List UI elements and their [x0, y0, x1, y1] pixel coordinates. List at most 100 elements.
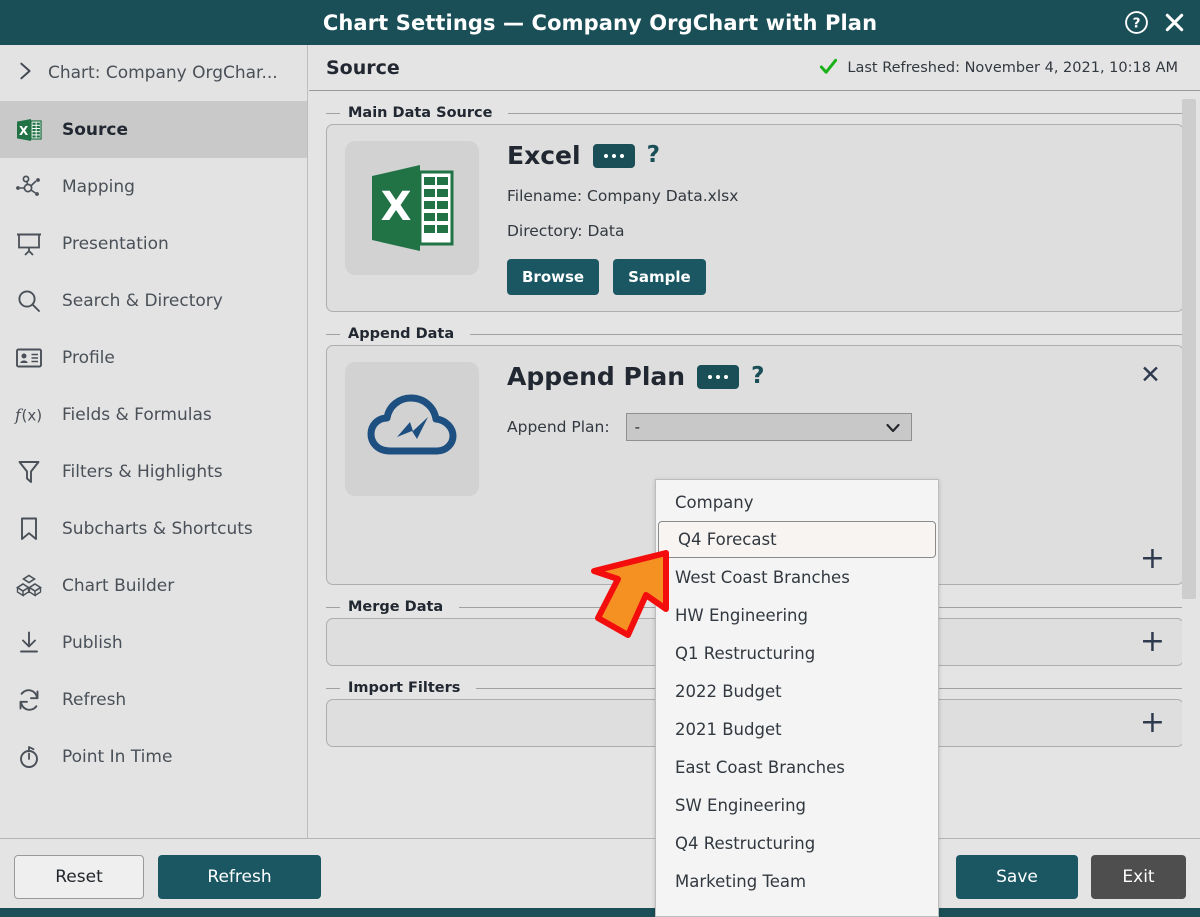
dot-glyph [603, 153, 608, 158]
function-icon: f (x) [14, 400, 44, 430]
remove-append-plan-icon[interactable]: ✕ [1140, 362, 1161, 387]
window-title-bar: Chart Settings — Company OrgChart with P… [0, 0, 1200, 45]
help-question-icon[interactable]: ? [647, 144, 660, 167]
help-question-icon[interactable]: ? [751, 365, 764, 388]
legend-dash [326, 606, 340, 608]
presentation-icon [14, 229, 44, 259]
save-button[interactable]: Save [956, 855, 1078, 899]
sidebar-item-fields-formulas[interactable]: f (x) Fields & Formulas [0, 386, 307, 443]
append-plan-select[interactable]: - [625, 413, 912, 441]
main-data-source-legend: Main Data Source [348, 105, 493, 121]
scrollbar-thumb[interactable] [1182, 99, 1196, 599]
question-circle-icon[interactable]: ? [1124, 10, 1149, 35]
main-data-source-panel: X Excel ? Filename: Company Data.xlsx Di… [326, 124, 1184, 312]
page-title: Source [326, 56, 400, 79]
browse-button[interactable]: Browse [507, 259, 600, 295]
sidebar-item-publish[interactable]: Publish [0, 614, 307, 671]
sidebar-item-chart-builder[interactable]: Chart Builder [0, 557, 307, 614]
sidebar-item-label: Refresh [62, 689, 127, 710]
excel-icon: X [14, 115, 44, 145]
sidebar-item-refresh[interactable]: Refresh [0, 671, 307, 728]
add-append-plan-button[interactable]: + [1140, 544, 1165, 574]
legend-dash [326, 112, 340, 114]
last-refreshed-status: Last Refreshed: November 4, 2021, 10:18 … [819, 45, 1178, 91]
dropdown-option[interactable]: Q4 Restructuring [656, 824, 938, 862]
source-type-title: Excel [507, 141, 581, 170]
sidebar-item-filters-highlights[interactable]: Filters & Highlights [0, 443, 307, 500]
breadcrumb-label: Chart: Company OrgChar... [48, 63, 278, 83]
sidebar-item-label: Source [62, 119, 129, 140]
bookmark-icon [14, 514, 44, 544]
dropdown-option[interactable]: East Coast Branches [656, 748, 938, 786]
dot-glyph [716, 374, 721, 379]
append-plan-dropdown-list[interactable]: Company Q4 Forecast West Coast Branches … [655, 479, 939, 917]
dropdown-option[interactable]: West Coast Branches [656, 558, 938, 596]
funnel-icon [14, 457, 44, 487]
sidebar-item-mapping[interactable]: Mapping [0, 158, 307, 215]
profile-card-icon [14, 343, 44, 373]
content-header: Source Last Refreshed: November 4, 2021,… [309, 45, 1200, 91]
sidebar-item-point-in-time[interactable]: Point In Time [0, 728, 307, 785]
svg-text:X: X [381, 184, 412, 230]
dropdown-option[interactable]: HW Engineering [656, 596, 938, 634]
sidebar-item-search-directory[interactable]: Search & Directory [0, 272, 307, 329]
dropdown-option[interactable]: Q1 Restructuring [656, 634, 938, 672]
sidebar-item-label: Publish [62, 632, 123, 653]
exit-button[interactable]: Exit [1091, 855, 1186, 899]
sidebar-item-label: Mapping [62, 176, 135, 197]
mapping-icon [14, 172, 44, 202]
add-import-filter-button[interactable]: + [1140, 708, 1165, 738]
append-data-legend: Append Data [348, 326, 455, 342]
group-legend: Main Data Source [326, 105, 1184, 121]
sidebar-item-presentation[interactable]: Presentation [0, 215, 307, 272]
dropdown-option[interactable]: SW Engineering [656, 786, 938, 824]
sample-button[interactable]: Sample [613, 259, 706, 295]
dot-glyph [724, 374, 729, 379]
sidebar-item-label: Subcharts & Shortcuts [62, 518, 253, 539]
legend-rule [470, 333, 1184, 335]
sidebar-item-label: Profile [62, 347, 115, 368]
green-check-icon [819, 57, 838, 80]
filename-text: Filename: Company Data.xlsx [507, 187, 739, 205]
dropdown-option-selected[interactable]: Q4 Forecast [658, 521, 936, 558]
sidebar: Chart: Company OrgChar... X Source Mappi… [0, 45, 308, 838]
legend-rule [508, 112, 1184, 114]
window-title: Chart Settings — Company OrgChart with P… [322, 10, 878, 35]
cloud-plan-icon [345, 362, 479, 496]
dropdown-option[interactable]: 2022 Budget [656, 672, 938, 710]
breadcrumb[interactable]: Chart: Company OrgChar... [0, 45, 307, 101]
close-icon[interactable] [1163, 11, 1186, 34]
more-options-button[interactable] [697, 364, 740, 389]
merge-data-legend: Merge Data [348, 599, 444, 615]
sidebar-item-subcharts-shortcuts[interactable]: Subcharts & Shortcuts [0, 500, 307, 557]
sidebar-item-label: Fields & Formulas [62, 404, 212, 425]
refresh-button[interactable]: Refresh [158, 855, 321, 899]
chevron-right-icon[interactable] [14, 60, 36, 86]
sidebar-item-label: Filters & Highlights [62, 461, 223, 482]
sidebar-item-label: Search & Directory [62, 290, 223, 311]
stopwatch-icon [14, 742, 44, 772]
sidebar-item-label: Chart Builder [62, 575, 175, 596]
dropdown-option[interactable]: 2021 Budget [656, 710, 938, 748]
excel-logo-icon: X [345, 141, 479, 275]
chart-settings-window: Chart Settings — Company OrgChart with P… [0, 0, 1200, 917]
sidebar-item-profile[interactable]: Profile [0, 329, 307, 386]
sidebar-item-label: Point In Time [62, 746, 173, 767]
svg-text:(x): (x) [22, 406, 43, 424]
more-options-button[interactable] [592, 143, 635, 168]
reset-button[interactable]: Reset [14, 855, 144, 899]
footer-bar: Reset Refresh Save Exit [0, 838, 1200, 917]
append-plan-title: Append Plan [507, 362, 686, 391]
publish-icon [14, 628, 44, 658]
sidebar-item-label: Presentation [62, 233, 169, 254]
dropdown-option[interactable]: Marketing Team [656, 862, 938, 900]
import-filters-legend: Import Filters [348, 680, 461, 696]
legend-dash [326, 333, 340, 335]
sidebar-item-source[interactable]: X Source [0, 101, 307, 158]
window-controls: ? [1124, 0, 1186, 45]
add-merge-data-button[interactable]: + [1140, 627, 1165, 657]
search-icon [14, 286, 44, 316]
svg-text:X: X [19, 124, 29, 138]
chevron-down-icon[interactable] [884, 419, 902, 441]
dropdown-option[interactable]: Company [656, 483, 938, 521]
